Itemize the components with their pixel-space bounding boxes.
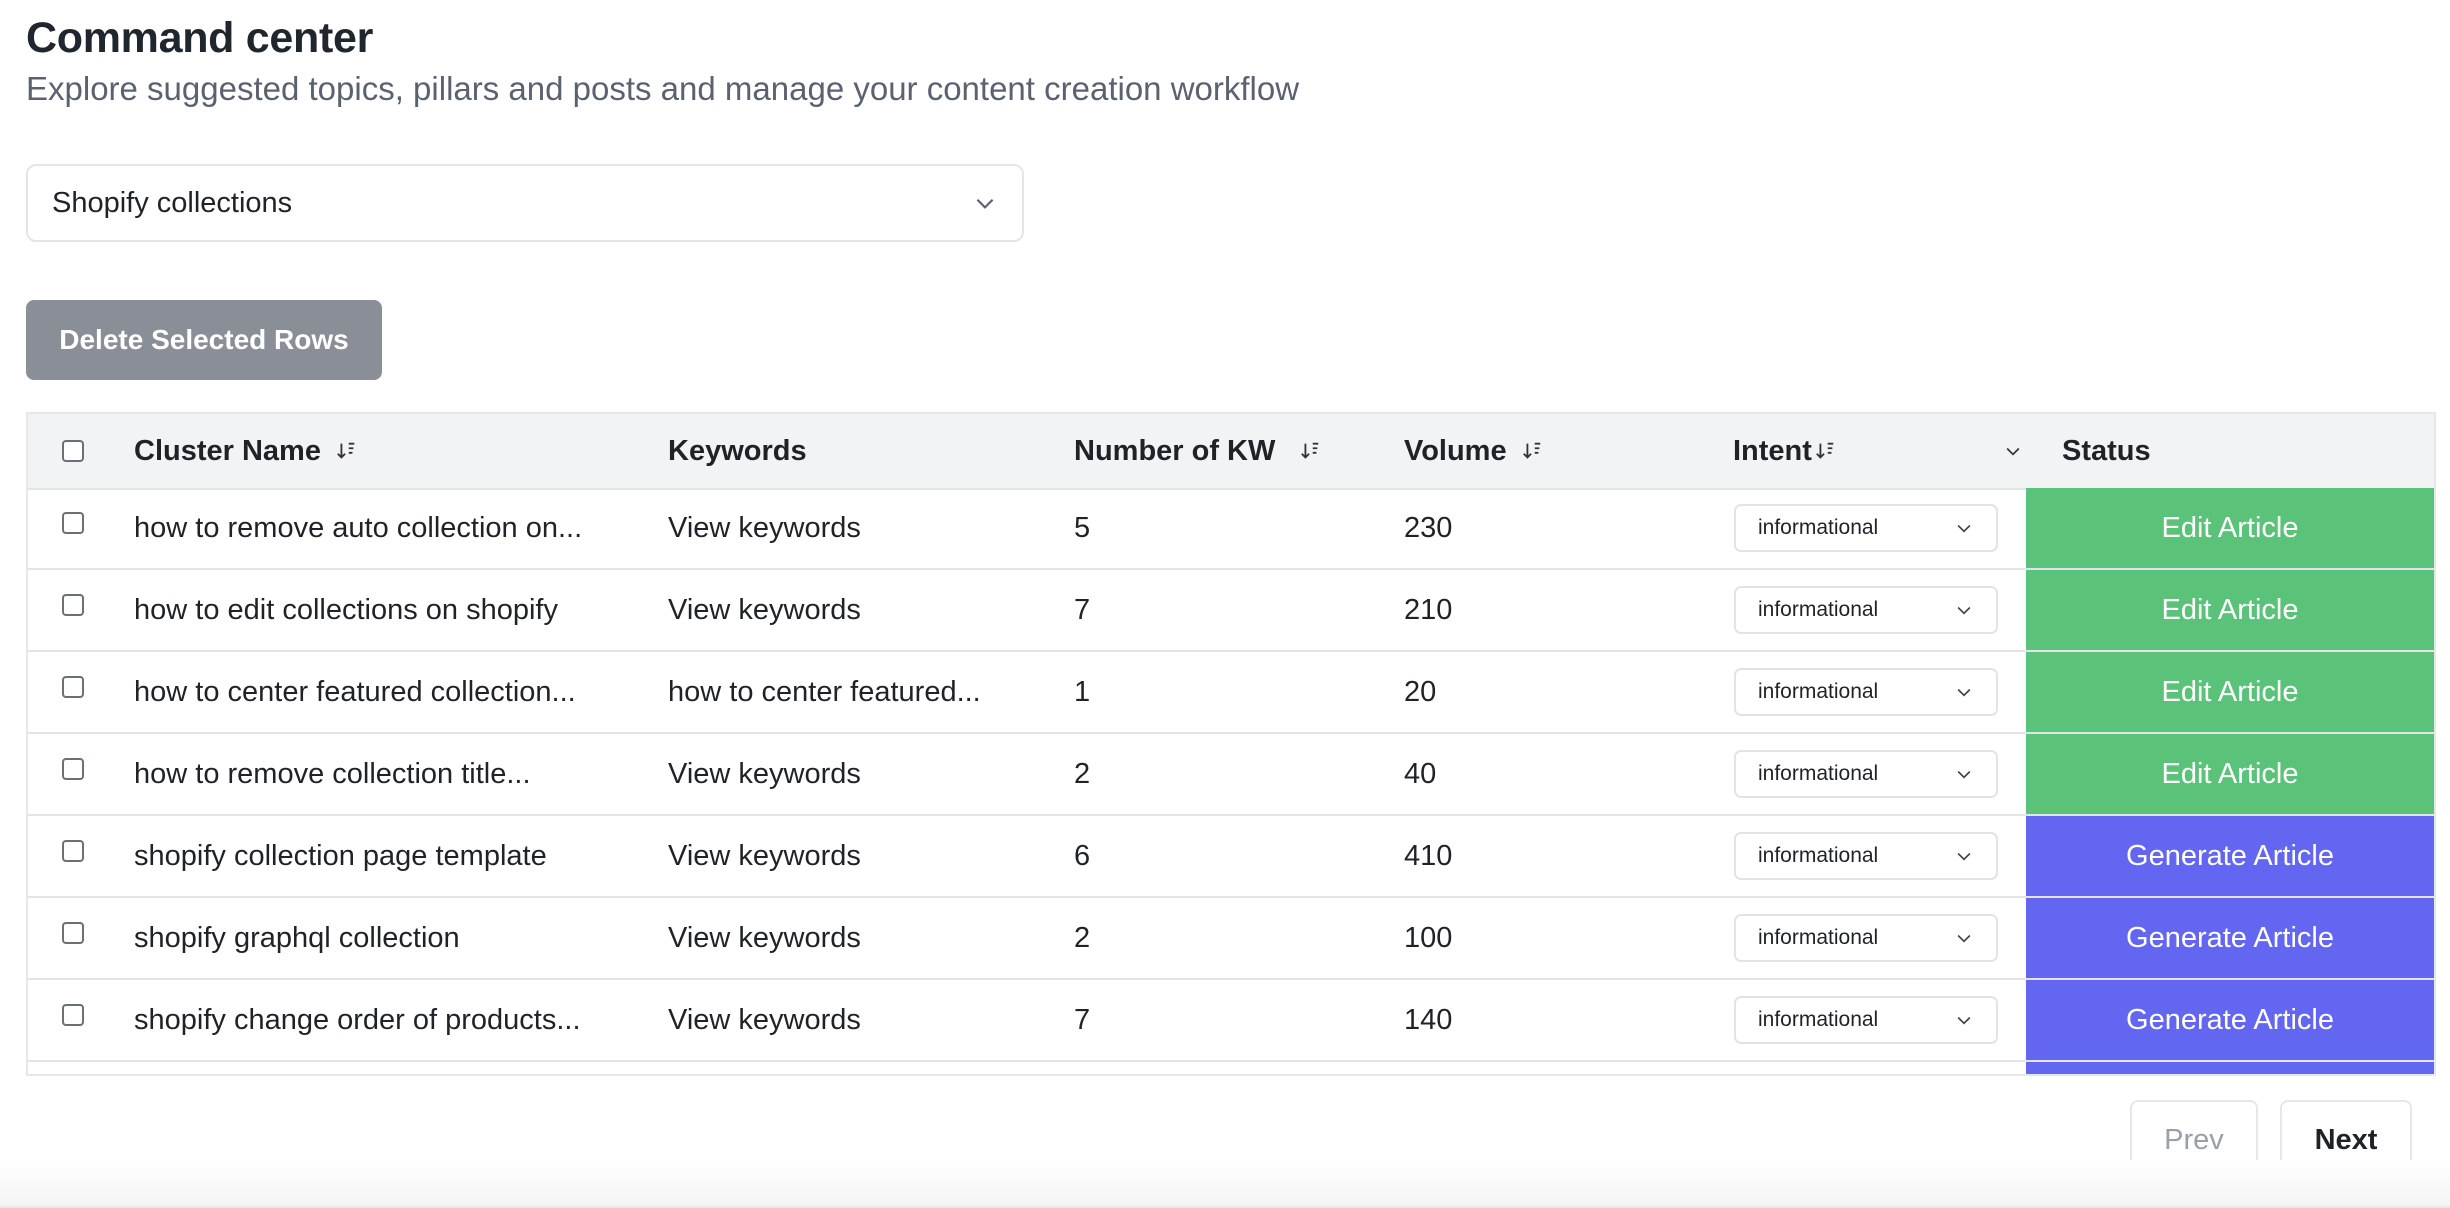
table-row: how to remove collection title... View ke… <box>28 734 2434 816</box>
number-of-kw-cell: 7 <box>1074 1003 1091 1036</box>
column-header-status: Status <box>2062 414 2151 488</box>
table-row: shopify change order of products... View … <box>28 980 2434 1062</box>
generate-article-button[interactable]: Generate Article <box>2026 980 2434 1060</box>
intent-select[interactable]: informational <box>1734 504 1998 552</box>
number-of-kw-cell: 2 <box>1074 757 1091 790</box>
intent-select[interactable]: informational <box>1734 750 1998 798</box>
intent-select-value: informational <box>1758 762 1879 785</box>
row-checkbox[interactable] <box>62 840 84 862</box>
cluster-name-cell[interactable]: shopify change order of products... <box>134 980 581 1060</box>
sort-icon[interactable] <box>1521 440 1543 462</box>
row-checkbox[interactable] <box>62 922 84 944</box>
table-row: shopify collection page template View key… <box>28 816 2434 898</box>
table-row: how to remove auto collection on... View … <box>28 488 2434 570</box>
chevron-down-icon <box>1957 524 1971 533</box>
intent-select[interactable]: informational <box>1734 832 1998 880</box>
intent-select-value: informational <box>1758 1008 1879 1031</box>
table-header: Cluster Name Keywords Number of KW Volum… <box>28 414 2434 490</box>
column-label-status: Status <box>2062 434 2151 467</box>
intent-select[interactable]: informational <box>1734 586 1998 634</box>
chevron-down-icon <box>1957 606 1971 615</box>
column-header-cluster-name[interactable]: Cluster Name <box>134 414 357 488</box>
chevron-down-icon[interactable] <box>2003 441 2023 461</box>
intent-select-value: informational <box>1758 926 1879 949</box>
sort-icon[interactable] <box>1299 440 1321 462</box>
project-select[interactable]: Shopify collections <box>26 164 1024 242</box>
column-label-keywords: Keywords <box>668 434 807 467</box>
column-label-intent: Intent <box>1733 434 1812 467</box>
column-header-keywords: Keywords <box>668 414 807 488</box>
cluster-name-cell[interactable]: shopify collection page template <box>134 816 547 896</box>
number-of-kw-cell: 1 <box>1074 675 1091 708</box>
chevron-down-icon <box>1957 852 1971 861</box>
edit-article-button[interactable]: Edit Article <box>2026 734 2434 814</box>
intent-select[interactable]: informational <box>1734 914 1998 962</box>
number-of-kw-cell: 5 <box>1074 511 1091 544</box>
row-checkbox[interactable] <box>62 594 84 616</box>
number-of-kw-cell: 2 <box>1074 921 1091 954</box>
intent-select-value: informational <box>1758 680 1879 703</box>
row-checkbox[interactable] <box>62 1004 84 1026</box>
row-checkbox[interactable] <box>62 758 84 780</box>
edit-article-button[interactable]: Edit Article <box>2026 488 2434 568</box>
edit-article-button[interactable]: Edit Article <box>2026 570 2434 650</box>
column-label-volume: Volume <box>1404 434 1507 467</box>
table-row <box>28 1062 2434 1074</box>
chevron-down-icon <box>1957 934 1971 943</box>
keywords-link[interactable]: View keywords <box>668 816 861 896</box>
table-row: how to edit collections on shopify View k… <box>28 570 2434 652</box>
chevron-down-icon <box>976 198 994 209</box>
volume-cell: 210 <box>1404 593 1453 626</box>
cluster-name-cell[interactable]: how to remove auto collection on... <box>134 488 582 568</box>
table-row: shopify graphql collection View keywords 2… <box>28 898 2434 980</box>
volume-cell: 40 <box>1404 757 1437 790</box>
intent-select[interactable]: informational <box>1734 996 1998 1044</box>
volume-cell: 410 <box>1404 839 1453 872</box>
keywords-link[interactable]: how to center featured... <box>668 652 981 732</box>
volume-cell: 140 <box>1404 1003 1453 1036</box>
sort-icon[interactable] <box>335 440 357 462</box>
volume-cell: 230 <box>1404 511 1453 544</box>
delete-selected-rows-button[interactable]: Delete Selected Rows <box>26 300 382 380</box>
generate-article-button[interactable]: Generate Article <box>2026 816 2434 896</box>
cluster-name-cell[interactable]: how to edit collections on shopify <box>134 570 558 650</box>
chevron-down-icon <box>1957 688 1971 697</box>
table-row: how to center featured collection... how … <box>28 652 2434 734</box>
select-all-checkbox[interactable] <box>62 440 84 462</box>
column-header-volume[interactable]: Volume <box>1404 414 1543 488</box>
page-title: Command center <box>26 14 374 62</box>
volume-cell: 20 <box>1404 675 1437 708</box>
column-header-number-of-kw[interactable]: Number of KW <box>1074 414 1321 488</box>
cluster-name-cell[interactable]: how to remove collection title... <box>134 734 531 814</box>
row-checkbox[interactable] <box>62 512 84 534</box>
intent-select-value: informational <box>1758 516 1879 539</box>
intent-select[interactable]: informational <box>1734 668 1998 716</box>
keywords-link[interactable]: View keywords <box>668 980 861 1060</box>
column-label-number-of-kw: Number of KW <box>1074 434 1276 467</box>
intent-select-value: informational <box>1758 598 1879 621</box>
project-select-value: Shopify collections <box>52 186 293 219</box>
generate-article-button[interactable]: Generate Article <box>2026 898 2434 978</box>
row-checkbox[interactable] <box>62 676 84 698</box>
number-of-kw-cell: 7 <box>1074 593 1091 626</box>
cluster-name-cell[interactable]: shopify graphql collection <box>134 898 460 978</box>
number-of-kw-cell: 6 <box>1074 839 1091 872</box>
keywords-link[interactable]: View keywords <box>668 488 861 568</box>
edit-article-button[interactable]: Edit Article <box>2026 652 2434 732</box>
volume-cell: 100 <box>1404 921 1453 954</box>
sort-icon[interactable] <box>1814 440 1836 462</box>
column-header-intent[interactable]: Intent <box>1733 414 2023 488</box>
column-label-cluster-name: Cluster Name <box>134 434 321 467</box>
keywords-link[interactable]: View keywords <box>668 734 861 814</box>
chevron-down-icon <box>1957 1016 1971 1025</box>
intent-select-value: informational <box>1758 844 1879 867</box>
clusters-table: Cluster Name Keywords Number of KW Volum… <box>26 412 2436 1076</box>
bottom-fade <box>0 1160 2450 1208</box>
keywords-link[interactable]: View keywords <box>668 898 861 978</box>
chevron-down-icon <box>1957 770 1971 779</box>
keywords-link[interactable]: View keywords <box>668 570 861 650</box>
page-subtitle: Explore suggested topics, pillars and po… <box>26 70 1300 107</box>
generate-article-button[interactable] <box>2026 1062 2434 1074</box>
cluster-name-cell[interactable]: how to center featured collection... <box>134 652 576 732</box>
